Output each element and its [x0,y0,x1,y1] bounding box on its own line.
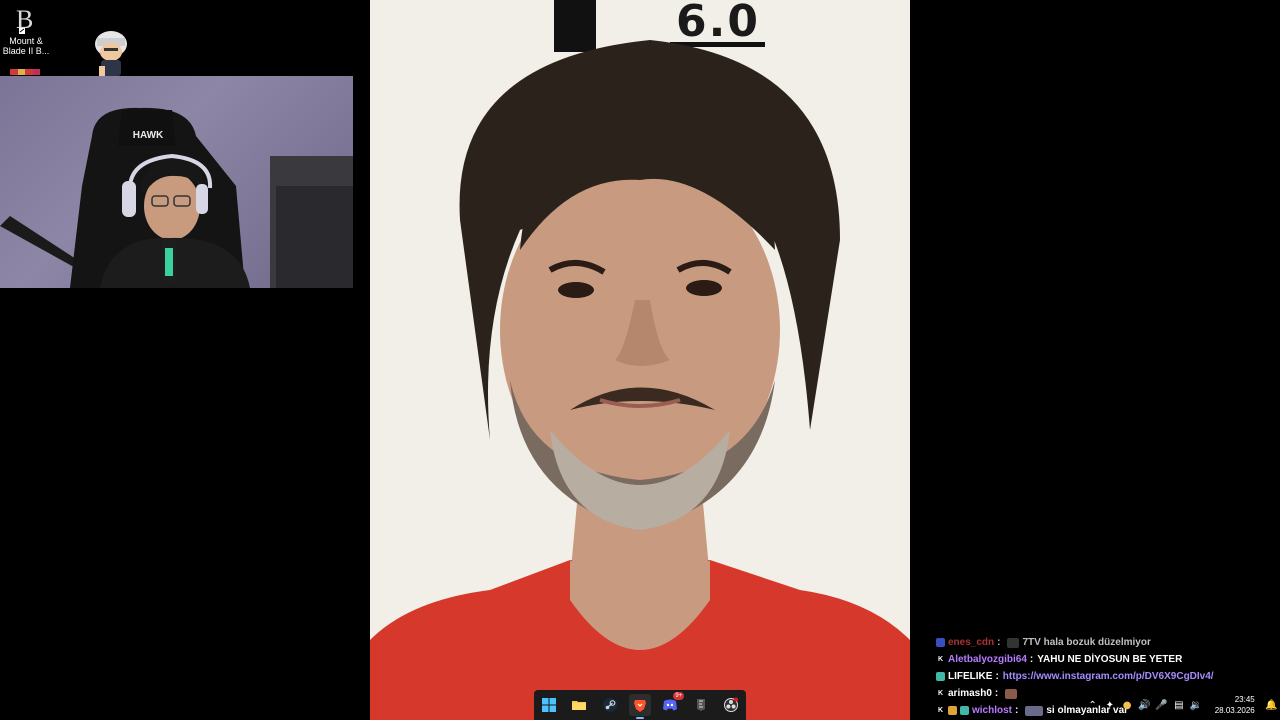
clock-date: 28.03.2026 [1214,706,1255,715]
taskbar-epic-games[interactable] [690,694,712,716]
emote-tray-icon[interactable]: ● [1119,696,1136,714]
chat-text: YAHU NE DİYOSUN BE YETER [1037,654,1183,665]
chevron-up-icon[interactable]: ⌃ [1084,696,1101,714]
chat-badge-icon [936,638,945,647]
chat-username: enes_cdn [948,637,995,648]
chat-badge-icon: K [936,655,945,664]
start-button[interactable] [538,694,560,716]
system-tray: ⌃ ✦ ● 🔊 🎤 ▤ 🔉 23:45 28.03.2026 🔔 [1084,690,1280,720]
taskbar-file-explorer[interactable] [568,694,590,716]
emote-icon [1025,705,1044,716]
taskbar-discord[interactable]: 9+ [659,692,685,716]
windows-icon [542,698,557,712]
taskbar: 9+ [534,690,746,720]
chat-badge-icon [948,706,957,715]
emote-icon [1005,688,1018,699]
chat-separator: : [995,671,999,682]
volume-icon[interactable]: 🔉 [1188,696,1205,714]
epic-games-icon [696,699,705,711]
chat-separator: : [997,637,1001,648]
obs-icon [723,697,738,712]
microphone-icon[interactable]: 🎤 [1153,696,1170,714]
taskbar-obs[interactable] [720,694,742,716]
chat-message: K Aletbalyozgibi64 : YAHU NE DİYOSUN BE … [936,651,1280,668]
network-icon[interactable]: ▤ [1170,696,1187,714]
taskbar-brave[interactable] [628,694,651,719]
steam-icon [602,698,617,712]
brave-icon [633,700,646,712]
discord-badge: 9+ [673,692,685,700]
height-marker: 6.0 [676,0,760,47]
clock-time: 23:45 [1234,695,1255,704]
notification-bell-icon[interactable]: 🔔 [1263,696,1280,714]
folder-icon [572,701,587,710]
chat-separator: : [1015,705,1019,716]
mugshot-image: 6.0 [370,0,910,720]
chat-badge-icon [936,672,945,681]
desktop-icon-label: Mount & Blade II B... [2,36,50,56]
chat-username: wichlost [972,705,1013,716]
taskbar-steam[interactable] [599,694,621,716]
chat-badge-icon: K [936,689,945,698]
chat-username: LIFELIKE [948,671,993,682]
chat-message: LIFELIKE : https://www.instagram.com/p/D… [936,668,1280,685]
desktop-color-strip [10,69,40,75]
chat-badge-icon [960,706,969,715]
emote-icon [1007,637,1020,648]
desktop-icon-mount-and-blade[interactable]: B Mount & Blade II B... [2,4,50,56]
svg-text:HAWK: HAWK [133,130,164,141]
chat-badge-icon: K [936,706,945,715]
chat-message: enes_cdn : 7TV hala bozuk düzelmiyor [936,634,1280,651]
chat-text: 7TV hala bozuk düzelmiyor [1022,637,1151,648]
chat-separator: : [1029,654,1034,665]
chat-link: https://www.instagram.com/p/DV6X9CgDIv4/ [1002,671,1214,682]
clock[interactable]: 23:45 28.03.2026 [1209,694,1255,716]
chat-username: Aletbalyozgibi64 [948,654,1027,665]
speaker-icon[interactable]: 🔊 [1136,696,1153,714]
chat-separator: : [994,688,999,699]
webcam-feed: HAWK [0,76,353,288]
steam-tray-icon[interactable]: ✦ [1101,696,1118,714]
mount-and-blade-icon: B [12,4,40,34]
chat-username: arimash0 [948,688,992,699]
